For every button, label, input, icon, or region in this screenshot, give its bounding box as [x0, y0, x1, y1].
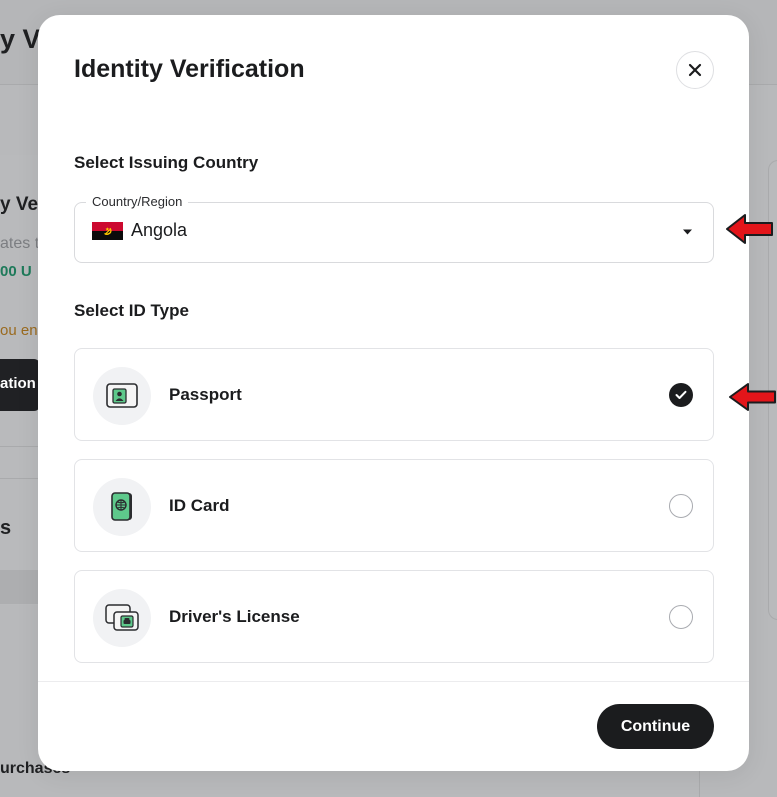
- radio-unchecked[interactable]: [669, 605, 693, 629]
- passport-icon: [106, 383, 138, 408]
- country-section-label: Select Issuing Country: [74, 153, 259, 172]
- annotation-arrow-icon: [729, 383, 776, 411]
- country-select-value: Angola: [131, 220, 188, 240]
- id-type-label: Driver's License: [169, 607, 300, 626]
- radio-checked[interactable]: [669, 383, 693, 407]
- id-type-section-label: Select ID Type: [74, 301, 189, 320]
- passport-icon-wrapper: [93, 367, 151, 425]
- background-green-text: 00 U: [0, 263, 32, 280]
- id-type-label: Passport: [169, 385, 242, 404]
- background-section-heading: s: [0, 517, 12, 539]
- country-select[interactable]: Country/Region Angola: [74, 194, 714, 263]
- annotation-arrow-icon: [726, 214, 773, 244]
- drivers-license-icon: [105, 604, 139, 631]
- close-button[interactable]: [676, 51, 714, 89]
- modal-title: Identity Verification: [74, 55, 305, 83]
- angola-flag-icon: [92, 222, 123, 240]
- id-type-option-drivers-license[interactable]: Driver's License: [74, 570, 714, 663]
- drivers-license-icon-wrapper: [93, 589, 151, 647]
- background-warning-text: ou en: [0, 322, 38, 339]
- id-card-icon: [111, 492, 132, 521]
- background-muted-text: ates t: [0, 235, 40, 252]
- check-icon: [675, 390, 687, 399]
- close-icon: [688, 63, 702, 77]
- id-type-option-passport[interactable]: Passport: [74, 348, 714, 441]
- continue-button[interactable]: Continue: [597, 704, 714, 749]
- footer-divider: [38, 681, 749, 682]
- id-type-label: ID Card: [169, 496, 230, 515]
- id-card-icon-wrapper: [93, 478, 151, 536]
- identity-verification-modal: Identity Verification Select Issuing Cou…: [38, 15, 749, 771]
- radio-unchecked[interactable]: [669, 494, 693, 518]
- background-verify-button: ation: [0, 359, 40, 411]
- background-card-heading: y Ve: [0, 194, 39, 215]
- country-select-legend: Country/Region: [86, 194, 189, 209]
- caret-down-icon: [683, 229, 692, 235]
- id-type-option-id-card[interactable]: ID Card: [74, 459, 714, 552]
